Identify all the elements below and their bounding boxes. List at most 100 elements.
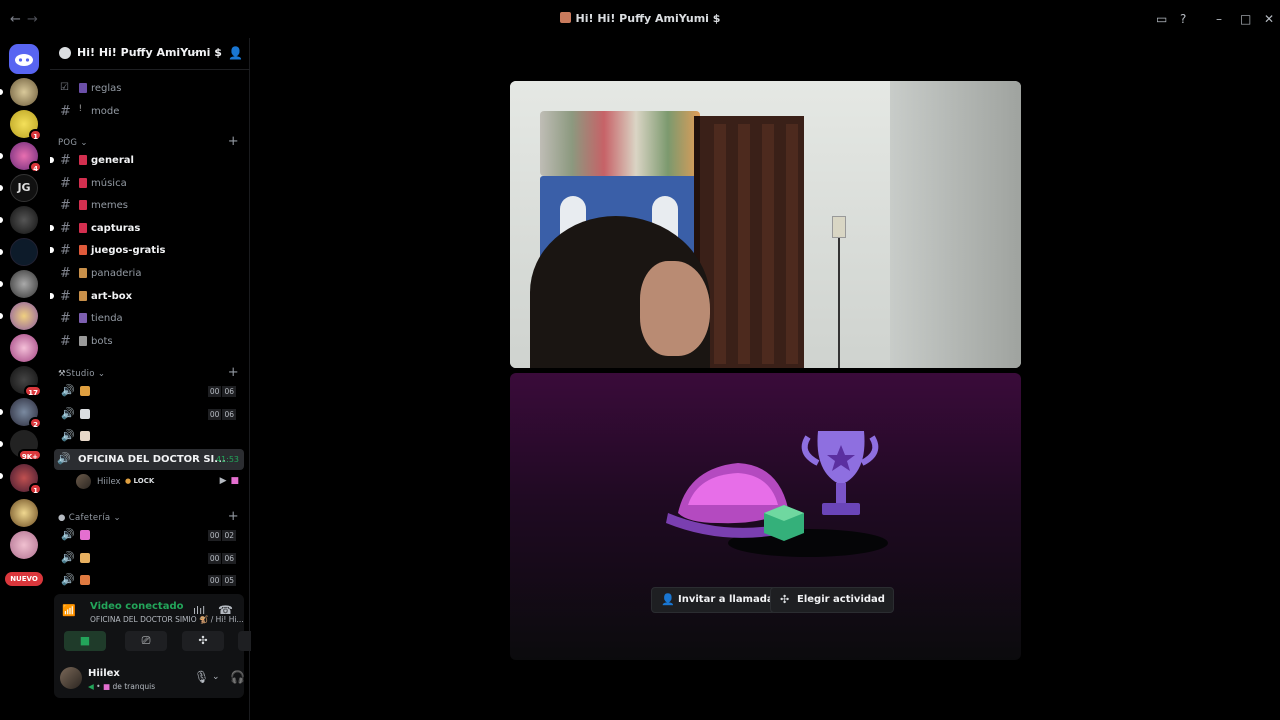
hammer-icon: ⚒ (58, 369, 66, 379)
channel-7[interactable]: # tienda (58, 308, 244, 329)
activities-icon: ✣ (780, 593, 790, 606)
chevron-down-icon: ⌄ (80, 138, 88, 148)
server-unread-pip (0, 153, 3, 159)
new-servers-badge[interactable]: NUEVO (5, 572, 43, 586)
invite-to-call-button[interactable]: 👤 Invitar a llamada (651, 587, 783, 613)
chevron-down-icon: ⌄ (97, 369, 106, 379)
channel-3[interactable]: # capturas (50, 218, 244, 239)
user-status[interactable]: ◀ • ■ de tranquis (88, 682, 155, 691)
server-icon-5[interactable] (10, 206, 38, 234)
server-unread-pip (0, 313, 3, 319)
user-count: 00 (207, 552, 222, 564)
server-icon-9[interactable] (10, 334, 38, 362)
server-folder-icon[interactable]: 9K+ (10, 430, 42, 461)
user-limit-badge: 00 06 (207, 408, 236, 420)
server-header[interactable]: Hi! Hi! Puffy AmiYumi $ ⌄ 👤 (50, 38, 250, 70)
disconnect-icon[interactable]: ☎ (218, 603, 233, 617)
avatar (76, 474, 91, 489)
video-socket (832, 216, 846, 238)
active-voice-channel[interactable]: 🔊 OFICINA DEL DOCTOR SI... 41:53 (54, 449, 244, 470)
server-icon-8[interactable] (10, 302, 38, 330)
voice-channel-0[interactable]: 🔊 00 02 (58, 525, 244, 546)
inbox-icon[interactable]: ▭ (1156, 12, 1167, 26)
channel-5[interactable]: # panaderia (58, 263, 244, 284)
hash-icon: # (60, 243, 71, 259)
signal-icon[interactable]: 📶 (62, 604, 76, 617)
chevron-down-icon[interactable]: ⌄ (212, 672, 220, 682)
channel-emoji (79, 245, 87, 256)
server-icon-10[interactable]: 17 (10, 366, 42, 397)
channel-emoji (79, 83, 87, 93)
discord-home-icon[interactable] (9, 44, 39, 74)
channel-1[interactable]: # música (58, 173, 244, 194)
video-tile[interactable] (510, 81, 1021, 368)
channel-6[interactable]: # art-box (50, 286, 244, 307)
choose-activity-button[interactable]: ✣ Elegir actividad (770, 587, 894, 613)
user-limit-badge: 00 06 (207, 552, 236, 564)
speaker-icon: 🔊 (61, 528, 75, 541)
microphone-icon[interactable]: 🎙 (194, 670, 209, 684)
server-icon-4[interactable]: JG (10, 174, 38, 202)
voice-channel-0[interactable]: 🔊 00 06 (58, 381, 244, 402)
video-cable (838, 238, 840, 368)
server-icon-11[interactable]: 2 (10, 398, 42, 429)
server-icon-7[interactable] (10, 270, 38, 298)
add-channel-icon[interactable]: + (228, 509, 239, 524)
add-channel-icon[interactable]: + (228, 365, 239, 380)
screen-share-button[interactable]: ⎚ (125, 631, 167, 651)
minimize-icon[interactable]: – (1216, 12, 1222, 26)
voice-status[interactable]: Video conectado (90, 601, 183, 612)
channel-label: reglas (91, 83, 122, 94)
headphones-icon[interactable]: 🎧 (230, 670, 245, 684)
voice-channel-2[interactable]: 🔊 00 05 (58, 570, 244, 591)
channel-label: música (91, 177, 127, 189)
server-icon-12[interactable]: 1 (10, 464, 42, 495)
server-icon-2[interactable]: 1 (10, 110, 42, 141)
noise-suppression-icon[interactable]: ılıl (193, 604, 205, 617)
user-name[interactable]: Hiilex (88, 668, 120, 679)
voice-channel-emoji (80, 386, 90, 396)
hash-icon: # (60, 220, 71, 236)
user-panel: Hiilex ◀ • ■ de tranquis 🎙 ⌄ 🎧 ⌄ ⚙ (54, 660, 279, 700)
channel-mode[interactable]: # ǃ mode (58, 101, 244, 122)
server-icon-6[interactable] (10, 238, 38, 266)
pin-emoji: ǃ (79, 104, 82, 114)
server-icon-3[interactable]: 4 (10, 142, 42, 173)
channel-label: bots (91, 335, 113, 347)
voice-channel-1[interactable]: 🔊 00 06 (58, 404, 244, 425)
help-icon[interactable]: ? (1180, 12, 1186, 26)
server-badge: 17 (24, 385, 42, 397)
activities-button[interactable]: ✣ (182, 631, 224, 651)
add-user-icon: 👤 (661, 593, 675, 606)
channel-emoji (79, 200, 87, 211)
server-icon-14[interactable] (10, 531, 38, 559)
channel-2[interactable]: # memes (58, 195, 244, 216)
voice-channel-emoji (80, 530, 90, 540)
server-unread-pip (0, 281, 3, 287)
channel-emoji (79, 313, 87, 324)
channel-emoji (79, 268, 87, 278)
maximize-icon[interactable]: □ (1240, 12, 1251, 26)
voice-user[interactable]: Hiilex ● LOCK ▶ ■ (76, 472, 244, 492)
close-icon[interactable]: ✕ (1264, 12, 1274, 26)
channel-reglas[interactable]: ☑ reglas (58, 78, 244, 99)
camera-button[interactable]: ■ (64, 631, 106, 651)
user-limit-badge: 00 06 (207, 386, 236, 397)
channel-8[interactable]: # bots (58, 331, 244, 352)
channel-label: capturas (91, 222, 141, 234)
server-badge: 1 (29, 483, 42, 495)
activity-tile: 👤 Invitar a llamada ✣ Elegir actividad (510, 373, 1021, 660)
channel-0[interactable]: # general (50, 150, 244, 171)
server-icon-1[interactable] (10, 78, 38, 106)
channel-4[interactable]: # juegos-gratis (50, 240, 244, 261)
server-unread-pip (0, 89, 3, 95)
user-limit: 02 (222, 530, 236, 541)
voice-channel-2[interactable]: 🔊 (58, 426, 244, 447)
video-wall (890, 81, 1021, 368)
add-channel-icon[interactable]: + (228, 134, 239, 149)
window-title-text: Hi! Hi! Puffy AmiYumi $ (575, 12, 721, 25)
voice-channel-1[interactable]: 🔊 00 06 (58, 548, 244, 569)
invite-people-icon[interactable]: 👤 (228, 46, 243, 60)
server-icon-13[interactable] (10, 499, 38, 527)
avatar[interactable] (60, 667, 82, 689)
